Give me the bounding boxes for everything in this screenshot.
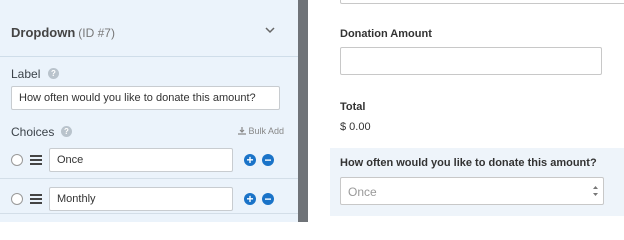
previous-field-input[interactable]	[340, 0, 624, 4]
field-type-label: Dropdown	[11, 25, 76, 40]
drag-handle-icon[interactable]	[30, 155, 42, 165]
bulk-add-button[interactable]: Bulk Add	[238, 126, 284, 136]
choice-row: Once + −	[0, 145, 298, 179]
total-value: $ 0.00	[340, 121, 371, 133]
download-icon	[238, 127, 246, 135]
choices-label: Choices	[11, 125, 55, 139]
bulk-add-label: Bulk Add	[248, 126, 285, 136]
drag-handle-icon[interactable]	[30, 194, 42, 204]
frequency-select[interactable]: Once	[340, 177, 604, 205]
donation-amount-input[interactable]	[340, 47, 602, 75]
select-arrows-icon	[593, 186, 598, 196]
donation-amount-label: Donation Amount	[340, 28, 432, 40]
help-icon[interactable]: ?	[61, 126, 72, 137]
chevron-down-icon[interactable]	[263, 24, 277, 36]
default-choice-radio[interactable]	[11, 154, 23, 166]
choice-input[interactable]: Once	[49, 148, 233, 172]
choice-input[interactable]: Monthly	[49, 187, 233, 211]
field-options-panel: Dropdown (ID #7) Label ? How often would …	[0, 0, 298, 222]
form-preview: Donation Amount Total $ 0.00 How often w…	[308, 0, 624, 222]
plus-circle-icon[interactable]: +	[244, 193, 256, 205]
frequency-question-label: How often would you like to donate this …	[340, 157, 597, 169]
total-label: Total	[340, 101, 366, 113]
select-value: Once	[348, 185, 377, 199]
label-field-label: Label	[11, 67, 41, 81]
label-input[interactable]: How often would you like to donate this …	[11, 86, 280, 110]
panel-divider	[298, 0, 308, 222]
choice-row: Monthly + −	[0, 180, 298, 214]
default-choice-radio[interactable]	[11, 193, 23, 205]
minus-circle-icon[interactable]: −	[262, 154, 274, 166]
field-options-header[interactable]: Dropdown (ID #7)	[0, 0, 298, 57]
help-icon[interactable]: ?	[48, 68, 59, 79]
plus-circle-icon[interactable]: +	[244, 154, 256, 166]
minus-circle-icon[interactable]: −	[262, 193, 274, 205]
field-options-title: Dropdown (ID #7)	[11, 25, 115, 40]
field-id-label: (ID #7)	[78, 26, 115, 40]
